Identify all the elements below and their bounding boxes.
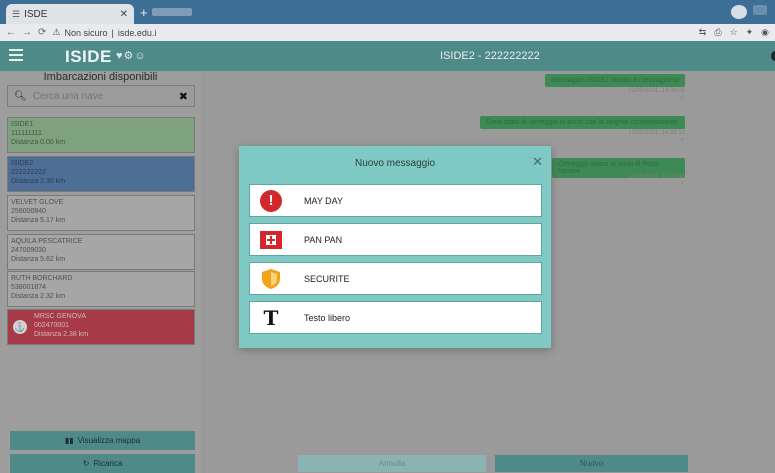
browser-address-bar: ← → ⟳ ⚠ Non sicuro | isde.edu.i ⇆ ⎙ ☆ ✦ … — [0, 24, 775, 41]
share-icon[interactable]: ⎙ — [714, 27, 721, 38]
view-map-label: Visualizza mappa — [77, 436, 141, 445]
url-separator: | — [111, 27, 114, 38]
vessel-id: 222222222 — [11, 169, 47, 176]
free-text-icon: T — [263, 305, 279, 330]
option-securite-label: SECURITE — [304, 273, 350, 284]
translate-icon[interactable]: ⇆ — [699, 27, 707, 38]
view-map-button[interactable]: ▮▮ Visualizza mappa — [10, 431, 195, 450]
app-header: ISIDE ♥⚙☺ ISIDE2 - 222222222 — [0, 41, 775, 71]
bookmark-star-icon[interactable]: ☆ — [730, 27, 738, 38]
cancel-button[interactable]: Annulla — [298, 455, 486, 472]
forward-arrow-icon[interactable]: → — [22, 27, 32, 38]
message-timestamp: 12/05/2021, 14:38:05 ✓ — [580, 88, 685, 101]
tab-title: ISDE — [24, 8, 48, 20]
header-right-indicator — [771, 51, 775, 61]
chat-message: Sono stato di ormeggio in porto con la c… — [480, 116, 685, 129]
cancel-label: Annulla — [378, 459, 406, 468]
logo-glyph-icons: ♥⚙☺ — [116, 50, 147, 62]
message-text: Ormeggio vicino al molo di Porto Venere — [558, 161, 660, 175]
search-icon: 🔍︎ — [14, 90, 27, 102]
back-arrow-icon[interactable]: ← — [6, 27, 16, 38]
panpan-medical-icon — [260, 229, 282, 251]
new-message-modal: Nuovo messaggio ✕ ! MAY DAY PAN PAN SECU… — [239, 146, 551, 348]
hamburger-menu-icon[interactable] — [9, 49, 23, 61]
tab-favicon-icon: ☰ — [12, 8, 21, 19]
modal-title: Nuovo messaggio — [354, 158, 436, 169]
securite-shield-icon — [260, 268, 282, 290]
option-panpan-button[interactable]: PAN PAN — [249, 223, 542, 256]
vessel-id: 002470001 — [34, 322, 70, 329]
sidebar-title: Imbarcazioni disponibili — [43, 71, 158, 83]
not-secure-warning-icon: ⚠ — [52, 27, 61, 37]
window-controls — [731, 5, 767, 19]
vessel-item-mrsc-genova[interactable]: ⚓ MRSC GENOVA 002470001 Distanza 2.38 km — [7, 309, 195, 345]
vessel-item-ruth-borchard[interactable]: RUTH BORCHARD 538001874 Distanza 2.32 km — [7, 271, 195, 307]
map-icon: ▮▮ — [64, 436, 74, 445]
vessel-name: VELVET GLOVE — [11, 199, 64, 206]
url-field[interactable]: ⚠ Non sicuro | isde.edu.i — [52, 27, 156, 38]
reload-label: Ricarica — [93, 459, 123, 468]
vessel-id: 111111111 — [11, 130, 42, 137]
chat-message: Messaggio ISIDE2 inviato a mezzogiorno — [545, 74, 685, 87]
vessel-id: 538001874 — [11, 284, 47, 291]
window-minimize-button[interactable] — [753, 5, 767, 15]
sidebar: Imbarcazioni disponibili 🔍︎ ✖ ISIDE1 111… — [0, 71, 201, 473]
option-mayday-label: MAY DAY — [304, 195, 344, 206]
vessel-id: 256000840 — [11, 208, 47, 215]
vessel-name: RUTH BORCHARD — [11, 275, 73, 282]
option-mayday-button[interactable]: ! MAY DAY — [249, 184, 542, 217]
vessel-name: ISIDE1 — [11, 121, 34, 128]
refresh-icon: ↻ — [82, 459, 90, 468]
message-check-icon: ✓ — [679, 181, 685, 187]
profile-avatar[interactable] — [731, 5, 747, 19]
browser-tab[interactable]: ☰ ISDE ✕ — [6, 4, 134, 24]
vessel-distance: Distanza 2.38 km — [34, 331, 89, 338]
url-host: isde.edu.i — [117, 27, 157, 38]
url-security-label: Non sicuro — [64, 27, 108, 38]
anchor-icon: ⚓ — [13, 320, 27, 334]
vessel-distance: Distanza 2.30 km — [11, 178, 66, 185]
mayday-alert-icon: ! — [260, 189, 282, 212]
option-free-text-button[interactable]: T Testo libero — [249, 301, 542, 334]
app-logo: ISIDE — [65, 47, 112, 66]
current-vessel-title: ISIDE2 - 222222222 — [440, 50, 540, 62]
reload-icon[interactable]: ⟳ — [38, 27, 46, 38]
vessel-item-iside1[interactable]: ISIDE1 111111111 Distanza 0.00 km — [7, 117, 195, 153]
browser-titlebar: ☰ ISDE ✕ + — [0, 0, 775, 24]
vessel-item-velvet-glove[interactable]: VELVET GLOVE 256000840 Distanza 5.17 km — [7, 195, 195, 231]
vessel-search: 🔍︎ ✖ — [7, 85, 195, 107]
vessel-distance: Distanza 5.17 km — [11, 217, 66, 224]
vessel-item-iside2[interactable]: ISIDE2 222222222 Distanza 2.30 km — [7, 156, 195, 192]
vessel-distance: Distanza 5.62 km — [11, 256, 66, 263]
tab-close-icon[interactable]: ✕ — [120, 9, 128, 20]
new-message-label: Nuovo — [579, 459, 604, 468]
message-timestamp: 12/05/2021, 14:38:12 ✓ — [580, 130, 685, 143]
browser-extensions: ⇆ ⎙ ☆ ✦ ◉ — [699, 27, 769, 38]
message-text: Messaggio ISIDE2 inviato a mezzogiorno — [551, 77, 680, 84]
search-input[interactable] — [32, 90, 173, 102]
vessel-name: MRSC GENOVA — [34, 313, 86, 320]
account-icon[interactable]: ◉ — [761, 27, 769, 38]
vessel-name: ISIDE2 — [11, 160, 34, 167]
vessel-distance: Distanza 2.32 km — [11, 293, 66, 300]
message-check-icon: ✓ — [679, 95, 685, 101]
option-panpan-label: PAN PAN — [304, 234, 343, 245]
reload-vessels-button[interactable]: ↻ Ricarica — [10, 454, 195, 473]
extension-icon[interactable]: ✦ — [746, 27, 754, 38]
message-timestamp: 12/05/2021, 14:38:40 ✓ — [580, 174, 685, 187]
vessel-name: AQUILA PESCATRICE — [11, 238, 83, 245]
close-icon[interactable]: ✕ — [532, 154, 543, 170]
clear-search-icon[interactable]: ✖ — [179, 90, 188, 103]
vessel-item-aquila-pescatrice[interactable]: AQUILA PESCATRICE 247009030 Distanza 5.6… — [7, 234, 195, 270]
option-securite-button[interactable]: SECURITE — [249, 262, 542, 295]
browser-tab-secondary[interactable] — [152, 8, 192, 16]
message-check-icon: ✓ — [679, 137, 685, 143]
message-text: Sono stato di ormeggio in porto con la c… — [486, 119, 678, 126]
option-free-text-label: Testo libero — [304, 312, 351, 323]
new-message-button[interactable]: Nuovo — [495, 455, 688, 472]
new-tab-icon[interactable]: + — [140, 5, 148, 20]
vessel-distance: Distanza 0.00 km — [11, 139, 66, 146]
vessel-id: 247009030 — [11, 247, 47, 254]
